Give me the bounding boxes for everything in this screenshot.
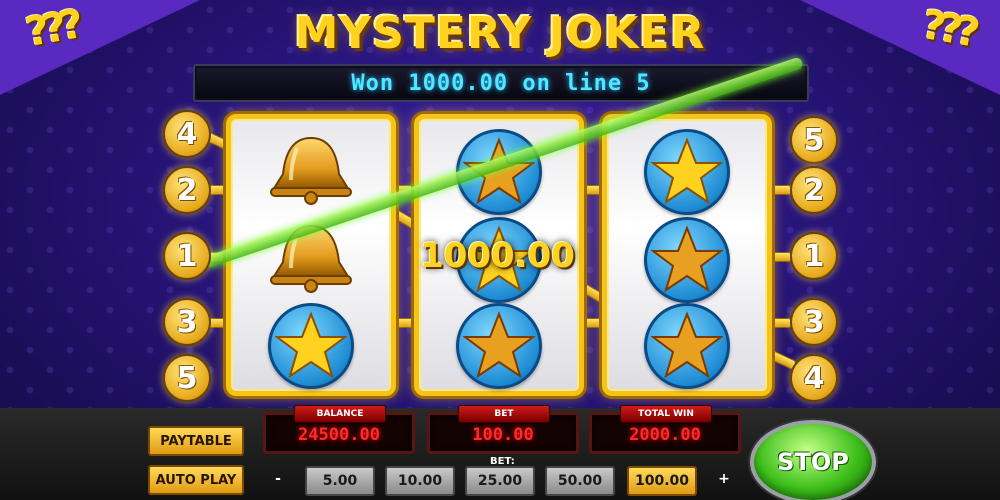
reel-cell [607, 215, 767, 305]
stop-button[interactable]: STOP [750, 420, 876, 500]
bet-value: 100.00 [472, 425, 534, 445]
reel-3 [602, 114, 772, 396]
reel-cell [607, 301, 767, 391]
bet-display: BET 100.00 [427, 405, 579, 454]
payline-button-right[interactable]: 1 [790, 232, 838, 280]
bet-option-button[interactable]: 25.00 [465, 466, 535, 496]
payline-button-left[interactable]: 5 [163, 354, 211, 402]
payline-button-right[interactable]: 3 [790, 298, 838, 346]
payline-button-left[interactable]: 1 [163, 232, 211, 280]
total-win-display: TOTAL WIN 2000.00 [589, 405, 741, 454]
balance-label: BALANCE [294, 405, 386, 423]
reel-1 [226, 114, 396, 396]
bet-decrease-button[interactable]: - [270, 470, 286, 488]
bet-increase-button[interactable]: + [716, 470, 732, 488]
star-icon [268, 303, 354, 389]
total-win-label: TOTAL WIN [620, 405, 712, 423]
win-amount-overlay: 1000.00 [420, 236, 575, 276]
payline-button-right[interactable]: 2 [790, 166, 838, 214]
bet-option-button[interactable]: 10.00 [385, 466, 455, 496]
star-icon [644, 217, 730, 303]
total-win-value: 2000.00 [629, 425, 701, 445]
autoplay-button[interactable]: AUTO PLAY [148, 465, 244, 495]
game-stage: ??? ??? MYSTERY JOKER Won 1000.00 on lin… [0, 0, 1000, 500]
bet-label: BET [458, 405, 550, 423]
bet-option-button[interactable]: 50.00 [545, 466, 615, 496]
payline-button-left[interactable]: 3 [163, 298, 211, 346]
bet-option-button[interactable]: 5.00 [305, 466, 375, 496]
reel-cell [419, 301, 579, 391]
paytable-button[interactable]: PAYTABLE [148, 426, 244, 456]
bet-option-button-selected[interactable]: 100.00 [627, 466, 697, 496]
star-icon [456, 303, 542, 389]
reel-cell [231, 301, 391, 391]
balance-display: BALANCE 24500.00 [263, 405, 415, 454]
star-icon [644, 129, 730, 215]
payline-button-right[interactable]: 4 [790, 354, 838, 402]
payline-button-left[interactable]: 2 [163, 166, 211, 214]
payline-button-left[interactable]: 4 [163, 110, 211, 158]
bell-icon [263, 134, 359, 210]
reel-cell [607, 127, 767, 217]
star-icon [644, 303, 730, 389]
payline-button-right[interactable]: 5 [790, 116, 838, 164]
balance-value: 24500.00 [298, 425, 380, 445]
win-message-text: Won 1000.00 on line 5 [351, 70, 651, 96]
game-logo: MYSTERY JOKER [294, 8, 706, 59]
